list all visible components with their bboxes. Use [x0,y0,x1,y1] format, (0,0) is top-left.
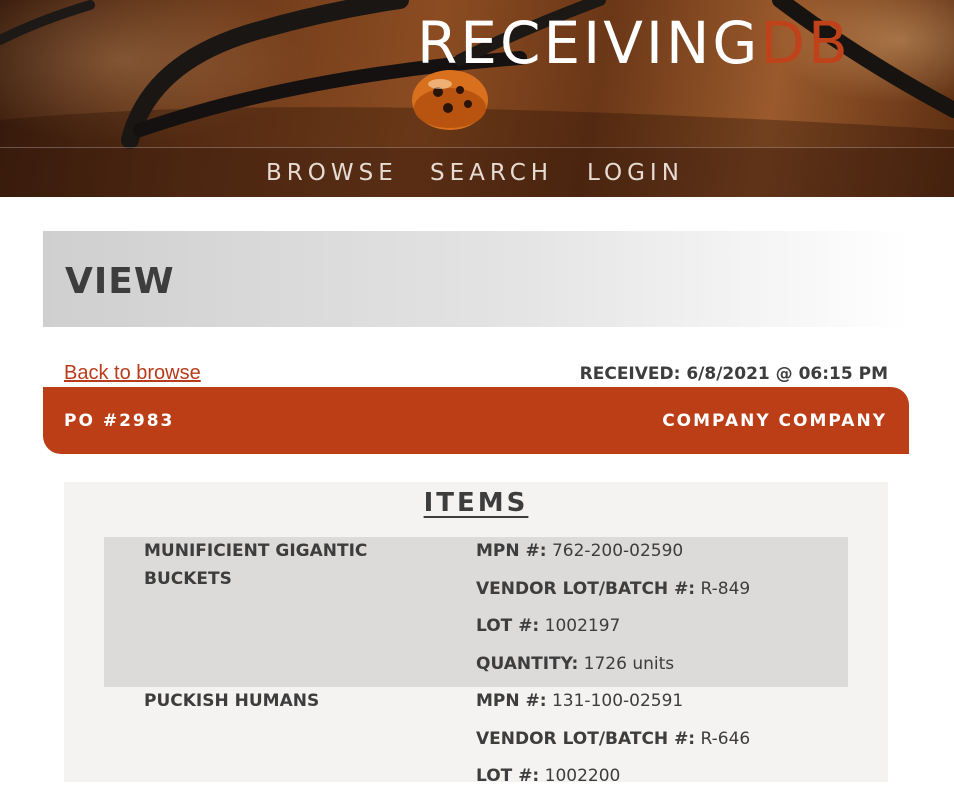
vendor-lot-value: R-646 [700,729,751,749]
site-logo[interactable]: RECEIVINGDB [417,8,851,78]
logo-text-accent: DB [760,9,851,77]
received-timestamp: RECEIVED: 6/8/2021 @ 06:15 PM [579,364,888,384]
page-title-panel: VIEW [43,231,909,327]
item-row: MUNIFICIENT GIGANTIC BUCKETS MPN #: 762-… [104,537,848,687]
mpn-label: MPN #: [476,541,547,561]
main-nav: BROWSE SEARCH LOGIN [0,147,954,197]
item-name: PUCKISH HUMANS [144,691,320,711]
quantity-field: QUANTITY: 1726 units [476,652,674,676]
mpn-field: MPN #: 762-200-02590 [476,539,683,563]
vendor-lot-field: VENDOR LOT/BATCH #: R-849 [476,577,750,601]
lot-label: LOT #: [476,766,540,786]
page-title: VIEW [65,261,175,302]
vendor-lot-field: VENDOR LOT/BATCH #: R-646 [476,727,750,751]
company-name: COMPANY COMPANY [662,411,887,431]
po-header-bar: PO #2983 COMPANY COMPANY [43,387,909,454]
mpn-field: MPN #: 131-100-02591 [476,689,683,713]
mpn-value: 131-100-02591 [551,691,684,711]
quantity-value: 1726 units [583,654,675,674]
item-row: PUCKISH HUMANS MPN #: 131-100-02591 VEND… [104,687,848,786]
quantity-label: QUANTITY: [476,654,579,674]
lot-value: 1002197 [544,616,621,636]
lot-field: LOT #: 1002200 [476,764,620,788]
logo-text-main: RECEIVING [417,9,761,77]
nav-login[interactable]: LOGIN [587,159,684,187]
header-banner: RECEIVINGDB BROWSE SEARCH LOGIN [0,0,954,197]
mpn-label: MPN #: [476,691,547,711]
back-to-browse-link[interactable]: Back to browse [64,361,201,385]
vendor-lot-value: R-849 [700,579,751,599]
items-heading: ITEMS [423,488,529,518]
item-name: MUNIFICIENT GIGANTIC BUCKETS [144,541,368,589]
ladybug-image [412,70,488,130]
lot-value: 1002200 [544,766,621,786]
mpn-value: 762-200-02590 [551,541,684,561]
lot-field: LOT #: 1002197 [476,614,620,638]
po-number: PO #2983 [64,411,175,431]
lot-label: LOT #: [476,616,540,636]
nav-browse[interactable]: BROWSE [266,159,398,187]
vendor-lot-label: VENDOR LOT/BATCH #: [476,579,696,599]
vendor-lot-label: VENDOR LOT/BATCH #: [476,729,696,749]
nav-search[interactable]: SEARCH [430,159,553,187]
items-panel: ITEMS MUNIFICIENT GIGANTIC BUCKETS MPN #… [64,482,888,786]
